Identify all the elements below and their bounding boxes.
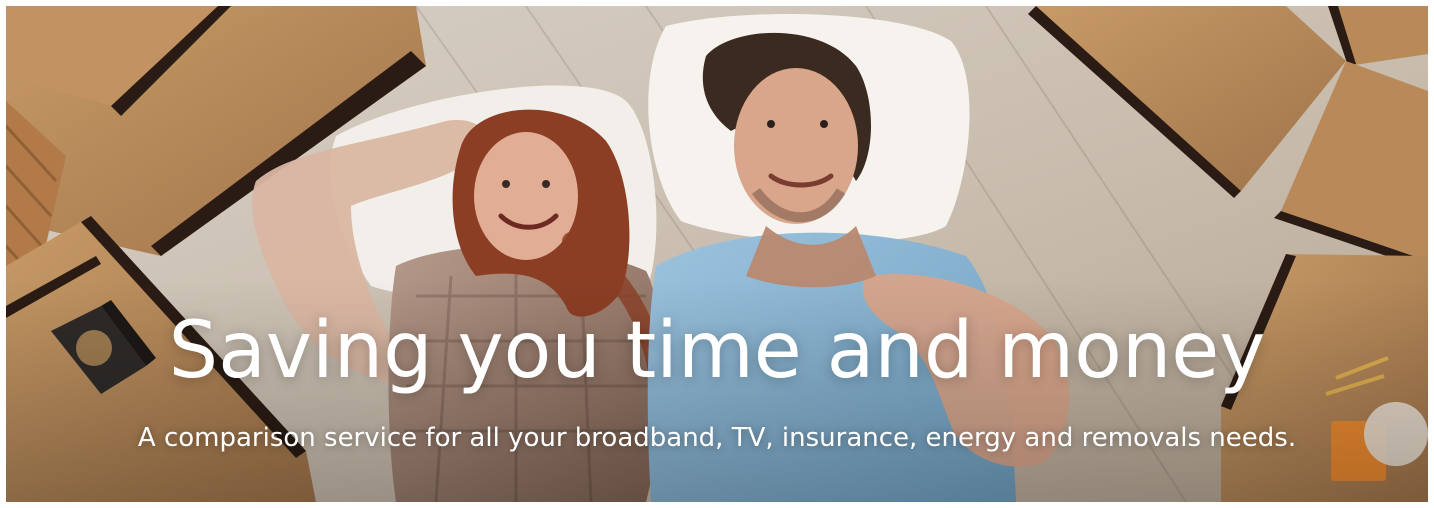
hero-subheadline: A comparison service for all your broadb… xyxy=(137,423,1297,453)
hero-headline: Saving you time and money xyxy=(168,306,1266,396)
hero-banner: Saving you time and money A comparison s… xyxy=(6,6,1428,502)
